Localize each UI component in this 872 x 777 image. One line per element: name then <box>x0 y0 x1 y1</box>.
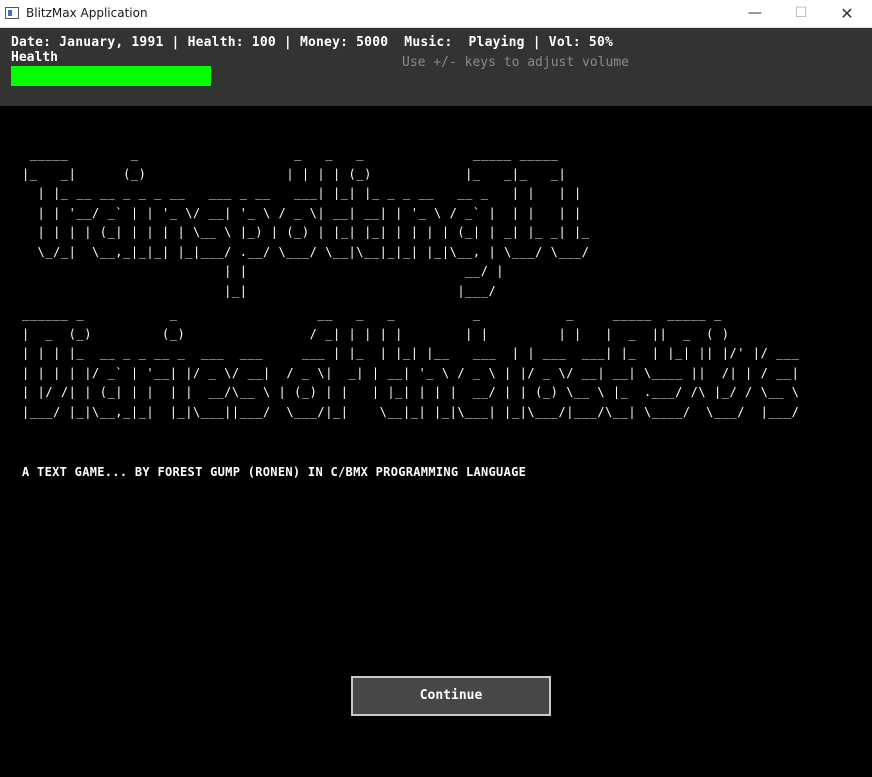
health-label: Health <box>11 50 58 65</box>
health-bar-fill <box>11 66 211 86</box>
close-button[interactable]: ✕ <box>824 0 870 27</box>
ascii-subtitle-art: ______ _ _ __ _ _ _ _ _____ _____ _ | _ … <box>22 307 800 419</box>
app-window-icon <box>5 7 19 19</box>
health-bar <box>11 66 211 86</box>
minimize-button[interactable]: — <box>732 0 778 27</box>
title-bar: BlitzMax Application — ☐ ✕ <box>0 0 872 28</box>
window-title: BlitzMax Application <box>26 6 148 20</box>
app-window: BlitzMax Application — ☐ ✕ Date: January… <box>0 0 872 777</box>
continue-button[interactable]: Continue <box>351 676 551 716</box>
status-panel: Date: January, 1991 | Health: 100 | Mone… <box>0 28 872 106</box>
volume-hint: Use +/- keys to adjust volume <box>402 55 629 70</box>
game-byline: A TEXT GAME... BY FOREST GUMP (RONEN) IN… <box>22 465 527 479</box>
ascii-title-art: _____ _ _ _ _ _____ _____ |_ _| (_) | | … <box>22 147 590 298</box>
maximize-button[interactable]: ☐ <box>778 0 824 27</box>
status-line: Date: January, 1991 | Health: 100 | Mone… <box>11 35 613 50</box>
